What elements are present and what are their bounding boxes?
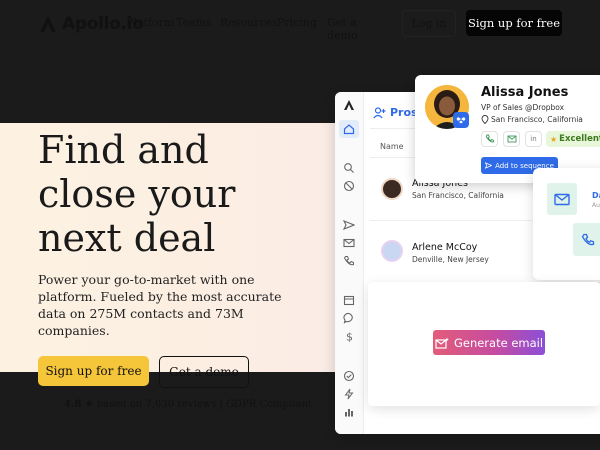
profile-card[interactable]: Alissa Jones VP of Sales @Dropbox San Fr… xyxy=(415,75,600,183)
dropbox-badge-icon xyxy=(453,112,469,128)
channel-label: Da xyxy=(592,191,600,200)
headline-line-2: close your xyxy=(38,172,236,216)
apollo-logo-icon xyxy=(40,16,56,32)
get-demo-button[interactable]: Get a demo xyxy=(159,356,249,388)
subcopy-line-4: companies. xyxy=(38,323,110,338)
linkedin-chip-icon[interactable]: in xyxy=(525,131,542,147)
phone-tile[interactable] xyxy=(573,223,600,256)
add-person-icon xyxy=(373,106,386,118)
calendar-icon[interactable] xyxy=(342,293,356,307)
mail-icon xyxy=(554,193,570,205)
hero-headline: Find and close your next deal xyxy=(38,128,338,260)
lightning-icon[interactable] xyxy=(342,387,356,401)
rating-label: Excellent xyxy=(559,134,600,144)
chat-icon[interactable] xyxy=(342,311,356,325)
profile-name: Alissa Jones xyxy=(481,85,569,100)
call-chip-icon[interactable] xyxy=(481,131,498,147)
column-header-name[interactable]: Name xyxy=(380,142,404,151)
nav-item-platform[interactable]: Platform xyxy=(126,16,174,29)
phone-icon[interactable] xyxy=(342,254,356,268)
app-sidebar: $ xyxy=(335,92,364,434)
login-button[interactable]: Log in xyxy=(402,10,456,37)
row-2-name[interactable]: Arlene McCoy xyxy=(412,242,477,253)
nav-item-get-a-demo[interactable]: Get a demo xyxy=(327,16,358,42)
avatar xyxy=(381,240,403,262)
phone-icon xyxy=(581,233,595,245)
generate-email-button[interactable]: Generate email xyxy=(433,330,545,355)
email-tile[interactable] xyxy=(547,183,577,215)
apollo-mark-icon xyxy=(342,98,356,112)
ai-mail-icon xyxy=(435,337,449,349)
trophy-icon: ★ xyxy=(550,134,558,144)
email-chip-icon[interactable] xyxy=(503,131,520,147)
svg-text:$: $ xyxy=(346,331,353,343)
nav-item-teams[interactable]: Teams xyxy=(176,16,212,29)
signup-cta-button[interactable]: Sign up for free xyxy=(38,356,149,386)
search-icon[interactable] xyxy=(342,161,356,175)
send-icon xyxy=(485,162,493,169)
reviews-line: 4.8 ★ based on 7,030 reviews | GDPR Comp… xyxy=(64,399,312,410)
hero-subcopy: Power your go-to-market with one platfor… xyxy=(38,271,288,339)
prospects-header[interactable]: Pros xyxy=(373,106,418,119)
headline-line-3: next deal xyxy=(38,216,216,260)
generate-email-label: Generate email xyxy=(453,335,544,350)
subcopy-line-2: platform. Fueled by the most accurate xyxy=(38,289,282,304)
channel-sublabel: Au xyxy=(592,202,600,209)
subcopy-line-1: Power your go-to-market with one xyxy=(38,272,255,287)
location-pin-icon xyxy=(481,115,489,124)
profile-location-text: San Francisco, California xyxy=(491,115,583,124)
check-circle-icon[interactable] xyxy=(342,369,356,383)
target-icon[interactable] xyxy=(342,179,356,193)
rating-badge: ★ Excellent xyxy=(546,131,600,147)
nav-item-pricing[interactable]: Pricing xyxy=(277,16,317,29)
profile-role: VP of Sales @Dropbox xyxy=(481,103,565,112)
signup-button-top[interactable]: Sign up for free xyxy=(466,10,562,36)
reviews-rating: 4.8 xyxy=(64,399,82,410)
nav-item-resources[interactable]: Resources xyxy=(220,16,278,29)
row-2-location: Denville, New Jersey xyxy=(412,255,489,264)
home-icon[interactable] xyxy=(339,120,359,138)
bar-chart-icon[interactable] xyxy=(342,405,356,419)
send-icon[interactable] xyxy=(342,218,356,232)
profile-location: San Francisco, California xyxy=(481,115,583,124)
dollar-icon[interactable]: $ xyxy=(342,329,356,343)
reviews-text: based on 7,030 reviews | GDPR Compliant xyxy=(96,399,312,410)
subcopy-line-3: data on 275M contacts and 73M xyxy=(38,306,244,321)
prospects-label: Pros xyxy=(390,106,418,119)
row-1-location: San Francisco, California xyxy=(412,191,504,200)
mail-icon[interactable] xyxy=(342,236,356,250)
avatar xyxy=(381,178,403,200)
star-icon: ★ xyxy=(84,399,94,410)
headline-line-1: Find and xyxy=(38,128,209,172)
